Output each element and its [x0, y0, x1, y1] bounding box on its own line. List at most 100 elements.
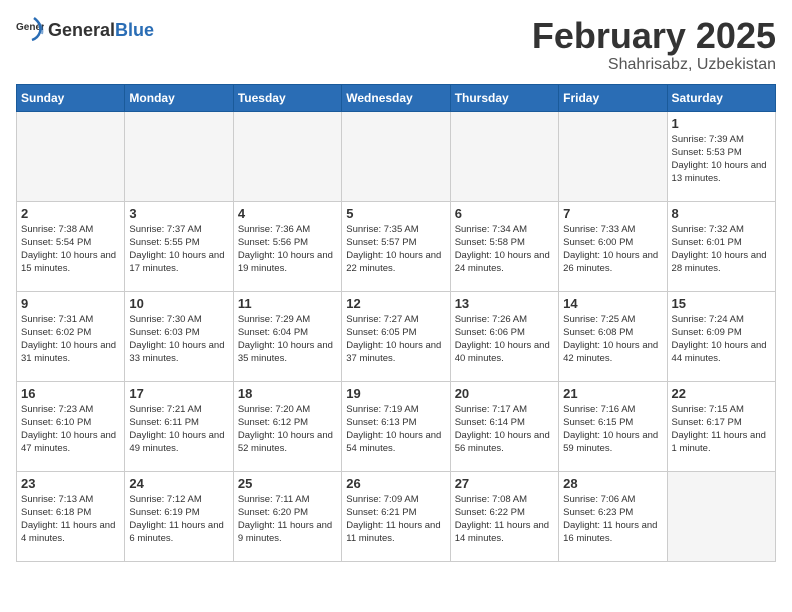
calendar-cell: 18 Sunrise: 7:20 AM Sunset: 6:12 PM Dayli…: [233, 381, 341, 471]
day-info: Sunrise: 7:11 AM Sunset: 6:20 PM Dayligh…: [238, 493, 337, 546]
day-number: 12: [346, 296, 445, 311]
logo: General GeneralBlue: [16, 16, 154, 44]
calendar-cell: 25 Sunrise: 7:11 AM Sunset: 6:20 PM Dayli…: [233, 471, 341, 561]
day-info: Sunrise: 7:37 AM Sunset: 5:55 PM Dayligh…: [129, 223, 228, 276]
weekday-header: Sunday: [17, 84, 125, 111]
calendar-table: SundayMondayTuesdayWednesdayThursdayFrid…: [16, 84, 776, 562]
day-info: Sunrise: 7:35 AM Sunset: 5:57 PM Dayligh…: [346, 223, 445, 276]
day-info: Sunrise: 7:19 AM Sunset: 6:13 PM Dayligh…: [346, 403, 445, 456]
logo-blue: Blue: [115, 20, 154, 40]
day-info: Sunrise: 7:24 AM Sunset: 6:09 PM Dayligh…: [672, 313, 771, 366]
day-number: 3: [129, 206, 228, 221]
calendar-cell: [125, 111, 233, 201]
title-section: February 2025 Shahrisabz, Uzbekistan: [532, 16, 776, 74]
day-number: 8: [672, 206, 771, 221]
calendar-cell: 22 Sunrise: 7:15 AM Sunset: 6:17 PM Dayli…: [667, 381, 775, 471]
weekday-header: Wednesday: [342, 84, 450, 111]
calendar-cell: 26Sunrise: 7:09 AM Sunset: 6:21 PM Dayli…: [342, 471, 450, 561]
day-number: 24: [129, 476, 228, 491]
calendar-week-row: 1Sunrise: 7:39 AM Sunset: 5:53 PM Daylig…: [17, 111, 776, 201]
day-number: 26: [346, 476, 445, 491]
day-number: 4: [238, 206, 337, 221]
calendar-cell: 14Sunrise: 7:25 AM Sunset: 6:08 PM Dayli…: [559, 291, 667, 381]
day-info: Sunrise: 7:15 AM Sunset: 6:17 PM Dayligh…: [672, 403, 771, 456]
calendar-week-row: 16Sunrise: 7:23 AM Sunset: 6:10 PM Dayli…: [17, 381, 776, 471]
calendar-cell: 28 Sunrise: 7:06 AM Sunset: 6:23 PM Dayli…: [559, 471, 667, 561]
day-info: Sunrise: 7:30 AM Sunset: 6:03 PM Dayligh…: [129, 313, 228, 366]
weekday-header: Thursday: [450, 84, 558, 111]
location: Shahrisabz, Uzbekistan: [532, 56, 776, 74]
day-number: 2: [21, 206, 120, 221]
day-info: Sunrise: 7:17 AM Sunset: 6:14 PM Dayligh…: [455, 403, 554, 456]
calendar-cell: 17 Sunrise: 7:21 AM Sunset: 6:11 PM Dayli…: [125, 381, 233, 471]
weekday-header-row: SundayMondayTuesdayWednesdayThursdayFrid…: [17, 84, 776, 111]
calendar-cell: 8 Sunrise: 7:32 AM Sunset: 6:01 PM Daylig…: [667, 201, 775, 291]
calendar-cell: 7 Sunrise: 7:33 AM Sunset: 6:00 PM Daylig…: [559, 201, 667, 291]
calendar-cell: 20Sunrise: 7:17 AM Sunset: 6:14 PM Dayli…: [450, 381, 558, 471]
calendar-cell: 15 Sunrise: 7:24 AM Sunset: 6:09 PM Dayli…: [667, 291, 775, 381]
weekday-header: Tuesday: [233, 84, 341, 111]
day-number: 1: [672, 116, 771, 131]
calendar-cell: 3 Sunrise: 7:37 AM Sunset: 5:55 PM Daylig…: [125, 201, 233, 291]
calendar-cell: 11Sunrise: 7:29 AM Sunset: 6:04 PM Dayli…: [233, 291, 341, 381]
month-year: February 2025: [532, 16, 776, 56]
calendar-cell: 4Sunrise: 7:36 AM Sunset: 5:56 PM Daylig…: [233, 201, 341, 291]
calendar-cell: 12 Sunrise: 7:27 AM Sunset: 6:05 PM Dayli…: [342, 291, 450, 381]
day-info: Sunrise: 7:32 AM Sunset: 6:01 PM Dayligh…: [672, 223, 771, 276]
calendar-cell: [450, 111, 558, 201]
day-number: 21: [563, 386, 662, 401]
day-info: Sunrise: 7:08 AM Sunset: 6:22 PM Dayligh…: [455, 493, 554, 546]
day-number: 13: [455, 296, 554, 311]
day-number: 22: [672, 386, 771, 401]
day-number: 5: [346, 206, 445, 221]
calendar-cell: 9 Sunrise: 7:31 AM Sunset: 6:02 PM Daylig…: [17, 291, 125, 381]
day-number: 7: [563, 206, 662, 221]
day-info: Sunrise: 7:20 AM Sunset: 6:12 PM Dayligh…: [238, 403, 337, 456]
day-number: 6: [455, 206, 554, 221]
day-number: 11: [238, 296, 337, 311]
day-number: 9: [21, 296, 120, 311]
day-number: 28: [563, 476, 662, 491]
day-info: Sunrise: 7:23 AM Sunset: 6:10 PM Dayligh…: [21, 403, 120, 456]
day-info: Sunrise: 7:13 AM Sunset: 6:18 PM Dayligh…: [21, 493, 120, 546]
day-info: Sunrise: 7:21 AM Sunset: 6:11 PM Dayligh…: [129, 403, 228, 456]
header: General GeneralBlue February 2025 Shahri…: [16, 16, 776, 74]
calendar-cell: 5 Sunrise: 7:35 AM Sunset: 5:57 PM Daylig…: [342, 201, 450, 291]
day-info: Sunrise: 7:26 AM Sunset: 6:06 PM Dayligh…: [455, 313, 554, 366]
day-info: Sunrise: 7:31 AM Sunset: 6:02 PM Dayligh…: [21, 313, 120, 366]
calendar-cell: [667, 471, 775, 561]
calendar-cell: 27 Sunrise: 7:08 AM Sunset: 6:22 PM Dayli…: [450, 471, 558, 561]
calendar-cell: 13 Sunrise: 7:26 AM Sunset: 6:06 PM Dayli…: [450, 291, 558, 381]
day-info: Sunrise: 7:34 AM Sunset: 5:58 PM Dayligh…: [455, 223, 554, 276]
calendar-week-row: 23 Sunrise: 7:13 AM Sunset: 6:18 PM Dayli…: [17, 471, 776, 561]
weekday-header: Saturday: [667, 84, 775, 111]
calendar-cell: 1Sunrise: 7:39 AM Sunset: 5:53 PM Daylig…: [667, 111, 775, 201]
day-number: 10: [129, 296, 228, 311]
calendar-week-row: 9 Sunrise: 7:31 AM Sunset: 6:02 PM Daylig…: [17, 291, 776, 381]
calendar-cell: 24 Sunrise: 7:12 AM Sunset: 6:19 PM Dayli…: [125, 471, 233, 561]
calendar-cell: 10 Sunrise: 7:30 AM Sunset: 6:03 PM Dayli…: [125, 291, 233, 381]
calendar-cell: 16Sunrise: 7:23 AM Sunset: 6:10 PM Dayli…: [17, 381, 125, 471]
calendar-cell: [559, 111, 667, 201]
weekday-header: Friday: [559, 84, 667, 111]
weekday-header: Monday: [125, 84, 233, 111]
logo-text: GeneralBlue: [48, 20, 154, 41]
calendar-cell: 23 Sunrise: 7:13 AM Sunset: 6:18 PM Dayli…: [17, 471, 125, 561]
day-number: 15: [672, 296, 771, 311]
day-number: 25: [238, 476, 337, 491]
day-number: 27: [455, 476, 554, 491]
day-info: Sunrise: 7:33 AM Sunset: 6:00 PM Dayligh…: [563, 223, 662, 276]
calendar-cell: 21 Sunrise: 7:16 AM Sunset: 6:15 PM Dayli…: [559, 381, 667, 471]
day-info: Sunrise: 7:06 AM Sunset: 6:23 PM Dayligh…: [563, 493, 662, 546]
calendar-week-row: 2Sunrise: 7:38 AM Sunset: 5:54 PM Daylig…: [17, 201, 776, 291]
day-number: 18: [238, 386, 337, 401]
logo-icon: General: [16, 16, 44, 44]
day-info: Sunrise: 7:16 AM Sunset: 6:15 PM Dayligh…: [563, 403, 662, 456]
calendar-cell: [342, 111, 450, 201]
calendar-cell: [17, 111, 125, 201]
day-number: 17: [129, 386, 228, 401]
day-info: Sunrise: 7:12 AM Sunset: 6:19 PM Dayligh…: [129, 493, 228, 546]
day-number: 23: [21, 476, 120, 491]
day-info: Sunrise: 7:27 AM Sunset: 6:05 PM Dayligh…: [346, 313, 445, 366]
day-number: 19: [346, 386, 445, 401]
